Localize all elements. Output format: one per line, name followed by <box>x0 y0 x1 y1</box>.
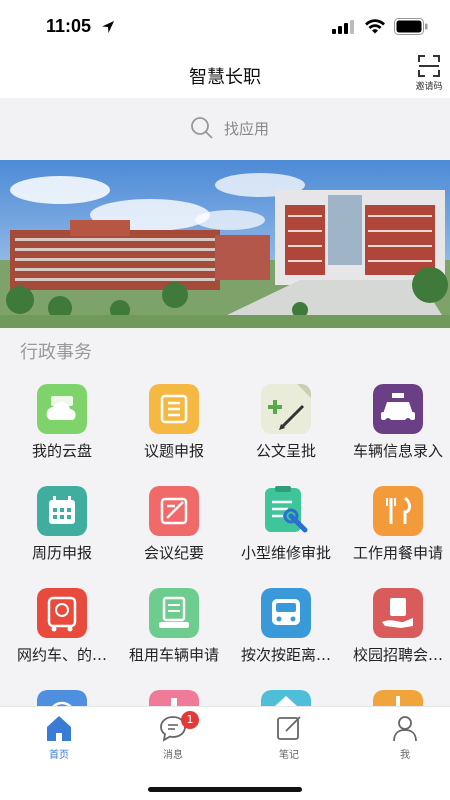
status-bar: 11:05 <box>0 0 450 54</box>
app-label: 租用车辆申请 <box>128 646 219 664</box>
campus-banner-image[interactable] <box>0 160 450 328</box>
meeting-minutes-icon <box>149 486 199 536</box>
app-label: 公文呈批 <box>255 442 316 460</box>
cloud-disk-icon <box>37 384 87 434</box>
app-icon-partial <box>373 690 423 706</box>
invite-code-label: 邀请码 <box>415 82 443 92</box>
app-work-meal-request[interactable]: 工作用餐申请 <box>342 486 450 563</box>
app-label: 车辆信息录入 <box>352 442 443 460</box>
meal-icon <box>373 486 423 536</box>
signal-icon <box>332 20 354 34</box>
app-label: 工作用餐申请 <box>352 544 443 562</box>
tab-label: 笔记 <box>279 750 299 761</box>
app-label: 议题申报 <box>143 442 204 460</box>
vehicle-rental-icon <box>149 588 199 638</box>
battery-icon <box>394 18 428 35</box>
location-arrow-icon <box>102 21 114 33</box>
app-label: 网约车、的… <box>16 646 107 664</box>
bus-icon <box>37 588 87 638</box>
tab-profile[interactable]: 我 <box>349 713 450 761</box>
tab-label: 消息 <box>163 750 183 761</box>
wifi-icon <box>365 19 385 34</box>
app-partial-3[interactable] <box>230 690 342 706</box>
calendar-icon <box>37 486 87 536</box>
app-partial-4[interactable] <box>342 690 450 706</box>
app-label: 周历申报 <box>31 544 92 562</box>
document-approval-icon <box>261 384 311 434</box>
app-minor-repair-approval[interactable]: 小型维修审批 <box>230 486 342 563</box>
search-bar[interactable]: 找应用 <box>0 98 450 160</box>
app-my-cloud-disk[interactable]: 我的云盘 <box>6 384 118 461</box>
nav-bar: 智慧长职 邀请码 <box>0 54 450 98</box>
app-vehicle-info-entry[interactable]: 车辆信息录入 <box>342 384 450 461</box>
app-label: 按次按距离… <box>240 646 331 664</box>
invite-code-button[interactable]: 邀请码 <box>412 54 446 92</box>
scan-icon <box>418 55 440 77</box>
bus-distance-icon <box>261 588 311 638</box>
page-title: 智慧长职 <box>189 67 261 88</box>
globe-icon <box>37 690 87 706</box>
tab-messages[interactable]: 1 消息 <box>117 711 229 761</box>
app-partial-2[interactable] <box>118 690 230 706</box>
repair-approval-icon <box>265 486 308 533</box>
admin-affairs-section: 行政事务 我的云盘 议题申报 公文呈批 车辆信息录入 周历申报 会议纪要 小型维… <box>0 328 450 706</box>
app-icon-partial <box>261 690 311 706</box>
app-label: 我的云盘 <box>31 442 92 460</box>
app-topic-report[interactable]: 议题申报 <box>118 384 230 461</box>
app-meeting-minutes[interactable]: 会议纪要 <box>118 486 230 563</box>
app-ride-hailing[interactable]: 网约车、的… <box>6 588 118 665</box>
app-document-approval[interactable]: 公文呈批 <box>230 384 342 461</box>
app-icon-partial <box>149 690 199 706</box>
bottom-tab-bar: 首页 1 消息 笔记 我 <box>0 706 450 800</box>
tab-home[interactable]: 首页 <box>3 713 115 761</box>
topic-report-icon <box>149 384 199 434</box>
app-label: 小型维修审批 <box>240 544 331 562</box>
status-time: 11:05 <box>46 16 92 36</box>
tab-label: 我 <box>400 750 410 761</box>
app-campus-recruitment[interactable]: 校园招聘会… <box>342 588 450 665</box>
app-label: 校园招聘会… <box>352 646 443 664</box>
unread-badge: 1 <box>181 711 199 729</box>
tab-notes[interactable]: 笔记 <box>233 713 345 761</box>
note-icon <box>277 716 301 740</box>
app-label: 会议纪要 <box>143 544 204 562</box>
tab-label: 首页 <box>49 750 69 761</box>
search-icon <box>191 117 213 139</box>
home-icon <box>47 716 71 741</box>
search-placeholder: 找应用 <box>224 119 270 138</box>
section-title: 行政事务 <box>20 342 92 363</box>
profile-icon <box>393 716 417 742</box>
home-indicator <box>148 787 302 792</box>
app-weekly-calendar[interactable]: 周历申报 <box>6 486 118 563</box>
app-vehicle-rental-request[interactable]: 租用车辆申请 <box>118 588 230 665</box>
app-per-trip-distance[interactable]: 按次按距离… <box>230 588 342 665</box>
app-partial-1[interactable] <box>6 690 118 706</box>
recruitment-icon <box>373 588 423 638</box>
taxi-icon <box>373 384 423 434</box>
